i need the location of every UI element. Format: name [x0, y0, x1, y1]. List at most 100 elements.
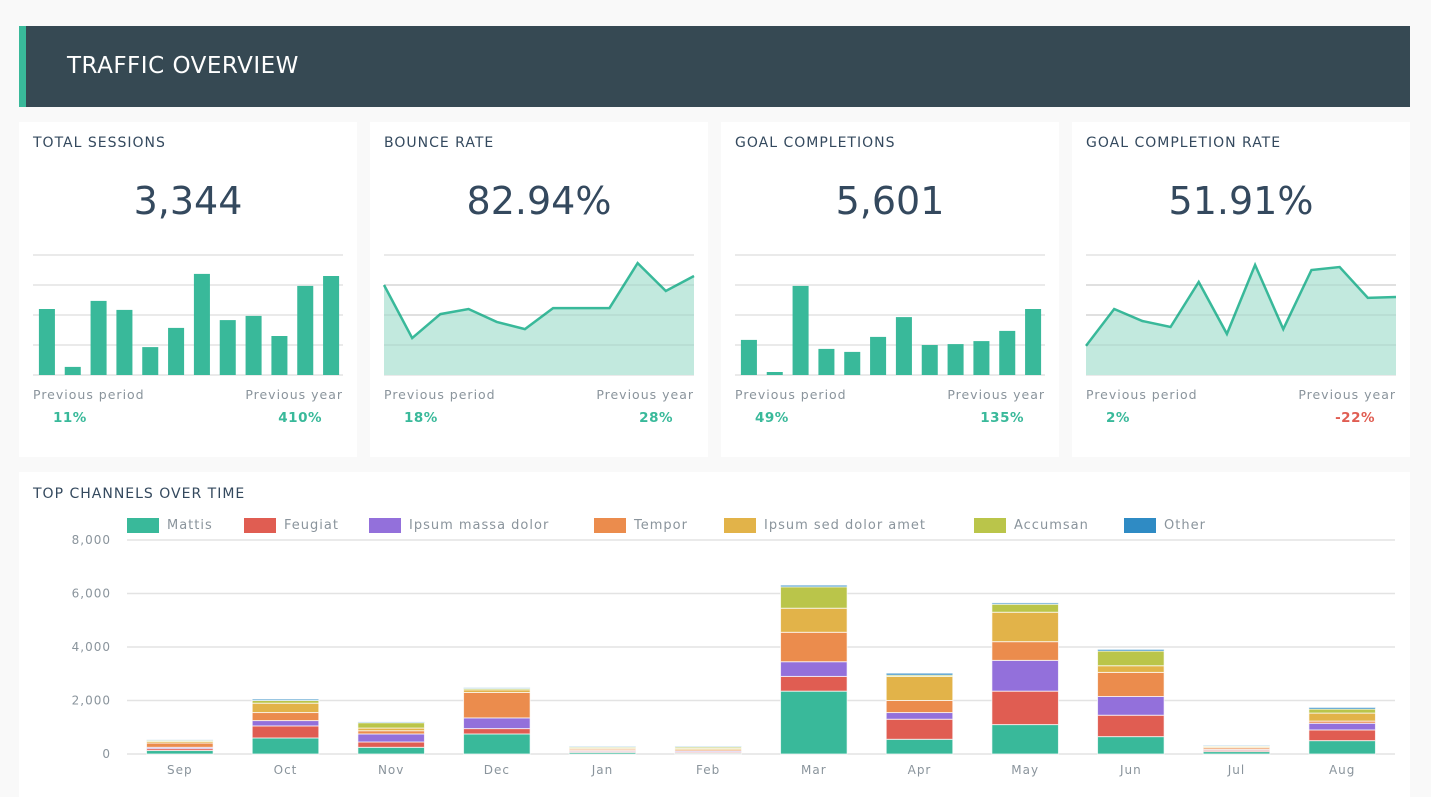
- x-tick-label: Jul: [1227, 763, 1245, 777]
- stacked-bar-segment[interactable]: [357, 746, 425, 755]
- stacked-bar-segment[interactable]: [780, 584, 848, 588]
- sparkline-chart: [1085, 254, 1397, 376]
- kpi-title: GOAL COMPLETIONS: [735, 135, 896, 151]
- stacked-bar-segment[interactable]: [463, 687, 531, 689]
- legend-label: Mattis: [167, 518, 213, 533]
- legend-item[interactable]: Tempor: [594, 518, 688, 533]
- stacked-bar-segment[interactable]: [885, 672, 954, 676]
- kpi-value: 5,601: [835, 179, 945, 223]
- stacked-bar-segment[interactable]: [991, 659, 1059, 692]
- stacked-bar-segment[interactable]: [1097, 695, 1165, 716]
- stacked-bar-segment[interactable]: [1308, 740, 1376, 755]
- kpi-value: 3,344: [133, 179, 243, 223]
- sparkline-bar: [1025, 309, 1042, 375]
- kpi-card-total-sessions: TOTAL SESSIONS 3,344 Previous period Pre…: [19, 122, 357, 457]
- sparkline-bar: [38, 309, 55, 375]
- stacked-bar-segment[interactable]: [1308, 712, 1376, 722]
- legend-swatch: [1124, 518, 1156, 533]
- stacked-bar-segment[interactable]: [146, 739, 214, 741]
- stacked-bar-segment[interactable]: [1097, 671, 1165, 697]
- stacked-bar-segment[interactable]: [674, 746, 742, 748]
- stacked-bar-segment[interactable]: [885, 675, 954, 702]
- stacked-bar-segment[interactable]: [568, 746, 637, 748]
- stacked-bar-segment[interactable]: [1202, 744, 1271, 747]
- legend-item[interactable]: Accumsan: [974, 518, 1089, 533]
- stacked-bar-segment[interactable]: [780, 675, 848, 692]
- stacked-bar-segment[interactable]: [251, 702, 320, 714]
- legend-label: Ipsum sed dolor amet: [764, 518, 927, 533]
- previous-period-label: Previous period: [735, 387, 847, 402]
- stacked-bar-segment[interactable]: [251, 720, 320, 727]
- stacked-bar-segment[interactable]: [463, 691, 531, 719]
- sparkline-bar: [740, 339, 757, 375]
- stacked-bar-segment[interactable]: [251, 725, 320, 739]
- stacked-bar-segment[interactable]: [780, 586, 848, 609]
- stacked-bar-segment[interactable]: [885, 738, 954, 755]
- stacked-bar-segment[interactable]: [1308, 708, 1376, 714]
- sparkline-chart: [382, 254, 695, 376]
- kpi-value: 82.94%: [466, 179, 612, 223]
- x-tick-label: Jan: [591, 763, 614, 777]
- page-title: TRAFFIC OVERVIEW: [67, 53, 299, 79]
- stacked-bar-segment[interactable]: [780, 631, 848, 663]
- kpi-value: 51.91%: [1168, 179, 1314, 223]
- previous-year-label: Previous year: [596, 387, 694, 402]
- stacked-bar-segment[interactable]: [991, 611, 1059, 643]
- stacked-bar-segment[interactable]: [463, 733, 531, 755]
- stacked-bar-segment[interactable]: [885, 718, 954, 740]
- stacked-bar-segment[interactable]: [991, 690, 1059, 726]
- x-tick-label: Sep: [167, 763, 193, 777]
- stacked-bar-segment[interactable]: [251, 737, 320, 755]
- sparkline-bar: [323, 276, 340, 375]
- stacked-bar-segment[interactable]: [463, 717, 531, 730]
- sparkline-bar: [818, 348, 835, 375]
- sparkline-bar: [193, 273, 210, 375]
- stacked-bar-segment[interactable]: [1308, 729, 1376, 742]
- sparkline-bar: [142, 347, 159, 375]
- stacked-bar-segment[interactable]: [991, 724, 1059, 755]
- stacked-bar-segment[interactable]: [885, 712, 954, 720]
- x-tick-label: Dec: [484, 763, 510, 777]
- legend-item[interactable]: Feugiat: [244, 518, 339, 533]
- stacked-bar-segment[interactable]: [357, 721, 425, 724]
- stacked-bar-segment[interactable]: [991, 602, 1059, 605]
- y-tick-label: 0: [102, 747, 111, 761]
- stacked-bar-segment[interactable]: [1097, 648, 1165, 652]
- stacked-bar-segment[interactable]: [146, 750, 214, 755]
- dashboard-header: TRAFFIC OVERVIEW: [19, 26, 1410, 107]
- stacked-bar-segment[interactable]: [1308, 706, 1376, 710]
- legend-item[interactable]: Ipsum sed dolor amet: [724, 518, 926, 533]
- previous-period-change: 18%: [404, 410, 438, 426]
- stacked-bar-segment[interactable]: [146, 742, 214, 748]
- sparkline-bar: [64, 366, 81, 375]
- legend-item[interactable]: Other: [1124, 518, 1206, 533]
- stacked-bar-segment[interactable]: [357, 722, 425, 729]
- stacked-bar-segment[interactable]: [1097, 736, 1165, 755]
- legend-swatch: [724, 518, 756, 533]
- stacked-bar-segment[interactable]: [780, 661, 848, 677]
- stacked-bar-segment[interactable]: [357, 733, 425, 743]
- stacked-bar-segment[interactable]: [463, 728, 531, 735]
- legend-item[interactable]: Ipsum massa dolor: [369, 518, 549, 533]
- previous-period-label: Previous period: [1086, 387, 1198, 402]
- stacked-bar-segment[interactable]: [991, 603, 1059, 613]
- stacked-bar-segment[interactable]: [251, 712, 320, 722]
- stacked-bar-segment[interactable]: [1308, 722, 1376, 731]
- sparkline-bar: [90, 300, 107, 375]
- stacked-bar-segment[interactable]: [251, 698, 320, 702]
- sparkline-bar: [973, 341, 990, 375]
- sparkline-chart: [735, 254, 1045, 376]
- previous-year-change: 135%: [980, 410, 1024, 426]
- stacked-bar-segment[interactable]: [991, 641, 1059, 661]
- stacked-bar-segment[interactable]: [780, 607, 848, 633]
- legend-label: Other: [1164, 518, 1206, 533]
- stacked-bar-segment[interactable]: [780, 690, 848, 755]
- legend-item[interactable]: Mattis: [127, 518, 213, 533]
- stacked-bar-segment[interactable]: [1097, 714, 1165, 738]
- stacked-bar-segment[interactable]: [1097, 650, 1165, 667]
- stacked-bar-segment[interactable]: [357, 741, 425, 748]
- stacked-bar-segment[interactable]: [885, 700, 954, 714]
- sparkline-chart: [33, 254, 343, 376]
- stacked-bar-segment[interactable]: [1097, 665, 1165, 673]
- legend-label: Ipsum massa dolor: [409, 518, 550, 533]
